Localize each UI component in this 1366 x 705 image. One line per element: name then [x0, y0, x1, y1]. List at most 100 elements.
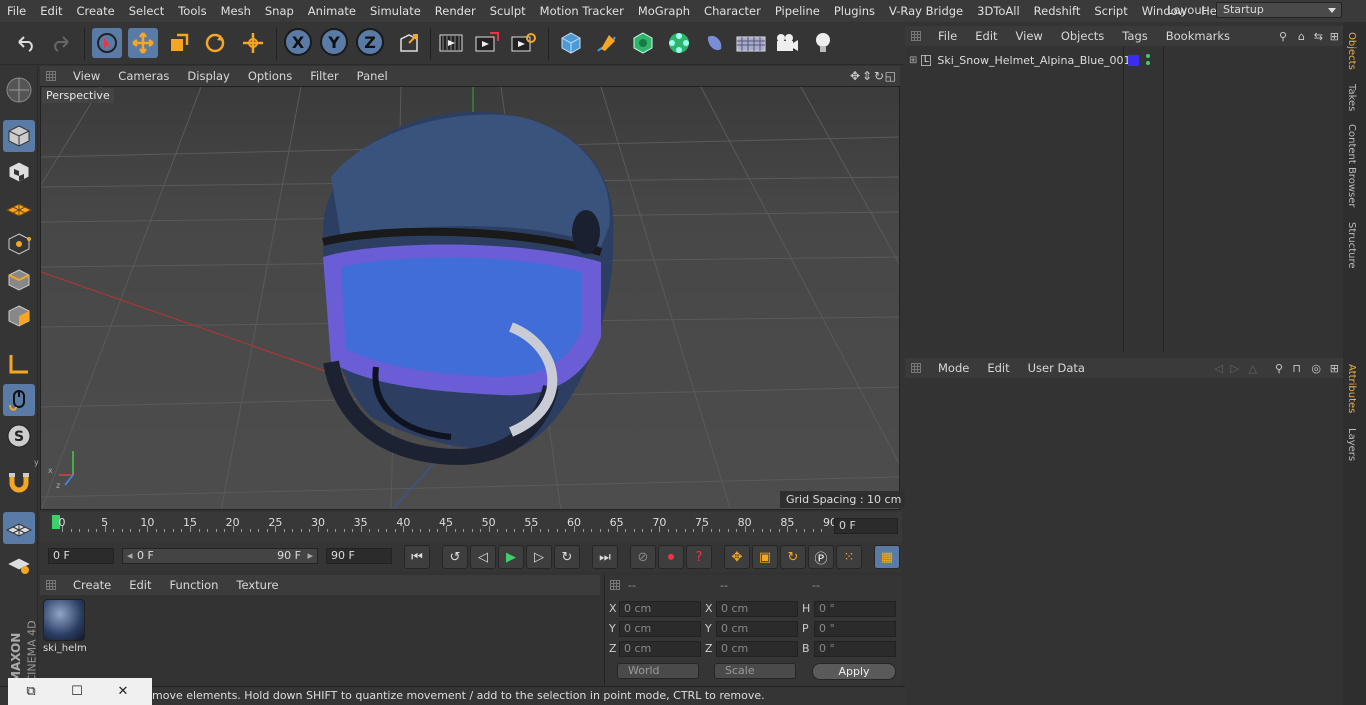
- y-axis-lock-button[interactable]: Y: [320, 28, 348, 56]
- viewport-zoom-icon[interactable]: ⇕: [862, 69, 872, 83]
- workplane-icon[interactable]: [3, 192, 35, 224]
- attributes-new-panel-icon[interactable]: ⊞: [1330, 362, 1339, 375]
- tab-content-browser[interactable]: Content Browser: [1346, 124, 1357, 207]
- undo-icon[interactable]: [11, 28, 41, 58]
- frame-range-slider[interactable]: ◂ 0 F 90 F ▸: [122, 548, 318, 564]
- record-keys-icon[interactable]: ⊘: [630, 545, 656, 569]
- keyframe-selection-icon[interactable]: ?: [686, 545, 712, 569]
- tab-layers[interactable]: Layers: [1346, 428, 1357, 461]
- rotate-tool-icon[interactable]: [200, 28, 230, 58]
- rot-p-field[interactable]: 0 °: [814, 621, 896, 637]
- edges-mode-icon[interactable]: [3, 264, 35, 296]
- end-frame-field[interactable]: 90 F: [326, 548, 392, 564]
- next-frame-icon[interactable]: ▷: [526, 545, 552, 569]
- back-arrow-icon[interactable]: ◁: [1215, 362, 1223, 375]
- menu-pipeline[interactable]: Pipeline: [768, 4, 827, 18]
- key-parameter-icon[interactable]: Ⓟ: [808, 545, 834, 569]
- rot-h-field[interactable]: 0 °: [814, 601, 896, 617]
- key-position-icon[interactable]: ✥: [724, 545, 750, 569]
- current-frame-field[interactable]: 0 F: [834, 518, 898, 534]
- pos-z-field[interactable]: 0 cm: [619, 641, 701, 657]
- panel-grip-icon[interactable]: [46, 71, 56, 81]
- menu-animate[interactable]: Animate: [301, 4, 363, 18]
- objects-home-icon[interactable]: ⌂: [1298, 30, 1305, 43]
- previous-frame-icon[interactable]: ◁: [470, 545, 496, 569]
- next-key-icon[interactable]: ↻: [554, 545, 580, 569]
- viewport-menu-options[interactable]: Options: [239, 69, 301, 83]
- objects-new-panel-icon[interactable]: ⊞: [1330, 30, 1339, 43]
- expand-icon[interactable]: ⊞: [909, 55, 917, 66]
- cloner-icon[interactable]: [664, 28, 694, 58]
- coordinate-mode-dropdown[interactable]: World: [617, 663, 699, 679]
- texture-mode-icon[interactable]: [3, 156, 35, 188]
- attributes-grip-icon[interactable]: [911, 363, 921, 373]
- menu-simulate[interactable]: Simulate: [363, 4, 428, 18]
- menu-character[interactable]: Character: [697, 4, 768, 18]
- size-mode-dropdown[interactable]: Scale: [714, 663, 796, 679]
- pen-spline-icon[interactable]: [592, 28, 622, 58]
- attributes-menu-edit[interactable]: Edit: [978, 361, 1018, 375]
- menu-select[interactable]: Select: [122, 4, 171, 18]
- light-icon[interactable]: [808, 28, 838, 58]
- objects-sync-icon[interactable]: ⇆: [1314, 30, 1323, 43]
- layout-dropdown[interactable]: Startup: [1216, 2, 1342, 18]
- maximize-icon[interactable]: ☐: [54, 684, 100, 699]
- range-right-arrow-icon[interactable]: ▸: [307, 549, 313, 563]
- tab-attributes[interactable]: Attributes: [1346, 364, 1357, 413]
- transform-tool-icon[interactable]: [238, 28, 268, 58]
- camera-icon[interactable]: [772, 28, 802, 58]
- render-settings-icon[interactable]: [508, 28, 538, 58]
- tab-structure[interactable]: Structure: [1346, 222, 1357, 269]
- viewport-menu-view[interactable]: View: [64, 69, 109, 83]
- size-x-field[interactable]: 0 cm: [716, 601, 798, 617]
- render-to-picture-viewer-icon[interactable]: [472, 28, 502, 58]
- apply-button[interactable]: Apply: [812, 663, 896, 680]
- x-axis-lock-button[interactable]: X: [284, 28, 312, 56]
- tab-takes[interactable]: Takes: [1346, 84, 1357, 111]
- play-icon[interactable]: ▶: [498, 545, 524, 569]
- objects-grip-icon[interactable]: [911, 31, 921, 41]
- move-tool-icon[interactable]: [128, 28, 158, 58]
- editor-visibility-dot[interactable]: [1146, 54, 1150, 58]
- polygons-mode-icon[interactable]: [3, 300, 35, 332]
- viewport-pan-icon[interactable]: ✥: [850, 69, 860, 83]
- timeline-window-icon[interactable]: ▦: [874, 545, 900, 569]
- objects-menu-bookmarks[interactable]: Bookmarks: [1157, 29, 1239, 43]
- menu-3dtoall[interactable]: 3DToAll: [970, 4, 1027, 18]
- render-view-icon[interactable]: [436, 28, 466, 58]
- start-frame-field[interactable]: 0 F: [48, 548, 114, 564]
- viewport-menu-filter[interactable]: Filter: [301, 69, 347, 83]
- menu-script[interactable]: Script: [1087, 4, 1134, 18]
- scale-tool-icon[interactable]: [164, 28, 194, 58]
- material-panel-grip-icon[interactable]: [46, 580, 56, 590]
- pos-y-field[interactable]: 0 cm: [619, 621, 701, 637]
- points-mode-icon[interactable]: [3, 228, 35, 260]
- material-thumbnail[interactable]: [43, 599, 85, 641]
- layer-color-swatch[interactable]: [1128, 55, 1139, 66]
- menu-mograph[interactable]: MoGraph: [631, 4, 697, 18]
- menu-create[interactable]: Create: [70, 4, 122, 18]
- restore-icon[interactable]: ⧉: [8, 684, 54, 699]
- locked-workplane-icon[interactable]: [3, 512, 35, 544]
- forward-arrow-icon[interactable]: ▷: [1231, 362, 1239, 375]
- menu-file[interactable]: File: [0, 4, 33, 18]
- deformer-icon[interactable]: [700, 28, 730, 58]
- material-menu-edit[interactable]: Edit: [120, 578, 160, 592]
- objects-menu-tags[interactable]: Tags: [1113, 29, 1156, 43]
- menu-snap[interactable]: Snap: [258, 4, 301, 18]
- menu-motion-tracker[interactable]: Motion Tracker: [533, 4, 631, 18]
- objects-search-icon[interactable]: ⚲: [1279, 30, 1287, 43]
- autokey-icon[interactable]: ⏺: [658, 545, 684, 569]
- target-icon[interactable]: ◎: [1311, 362, 1321, 375]
- menu-tools[interactable]: Tools: [171, 4, 213, 18]
- viewport-menu-cameras[interactable]: Cameras: [109, 69, 178, 83]
- up-arrow-icon[interactable]: △: [1249, 362, 1257, 375]
- material-menu-create[interactable]: Create: [64, 578, 120, 592]
- planar-workplane-icon[interactable]: [3, 548, 35, 580]
- objects-menu-file[interactable]: File: [929, 29, 966, 43]
- 3d-viewport[interactable]: [40, 86, 900, 510]
- object-row[interactable]: ⊞ L Ski_Snow_Helmet_Alpina_Blue_001: [905, 51, 1131, 69]
- tweak-mode-icon[interactable]: [3, 384, 35, 416]
- previous-key-icon[interactable]: ↺: [442, 545, 468, 569]
- redo-icon[interactable]: [46, 28, 76, 58]
